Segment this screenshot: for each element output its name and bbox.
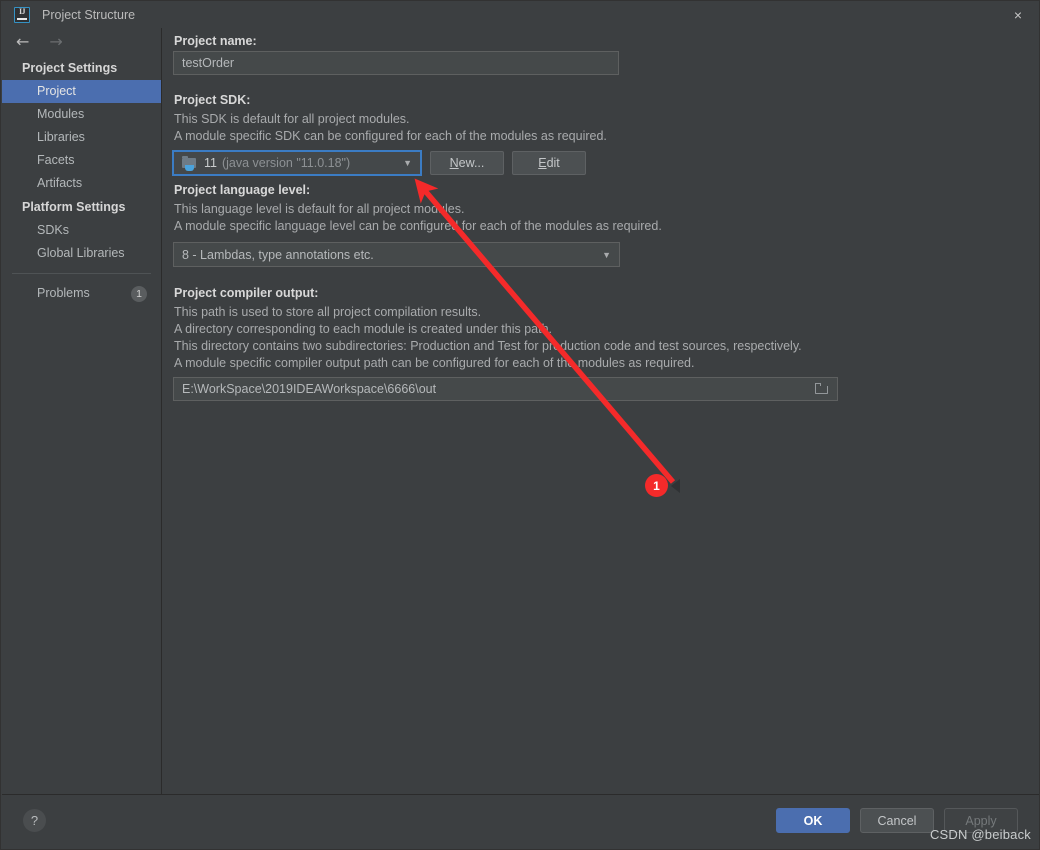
project-name-input[interactable]: testOrder: [173, 51, 619, 75]
main-panel: Project name: testOrder Project SDK: Thi…: [162, 28, 1039, 794]
compiler-output-label: Project compiler output:: [174, 286, 319, 300]
project-sdk-description-1: This SDK is default for all project modu…: [174, 112, 410, 126]
project-sdk-name: 11: [204, 156, 217, 170]
problems-count-badge: 1: [131, 285, 147, 302]
compiler-output-path-value: E:\WorkSpace\2019IDEAWorkspace\6666\out: [182, 382, 437, 396]
help-button[interactable]: ?: [23, 809, 46, 832]
language-level-description-1: This language level is default for all p…: [174, 202, 465, 216]
language-level-label: Project language level:: [174, 183, 311, 197]
language-level-description-2: A module specific language level can be …: [174, 219, 662, 233]
compiler-output-description-3: This directory contains two subdirectori…: [174, 339, 802, 353]
compiler-output-description-2: A directory corresponding to each module…: [174, 322, 552, 336]
sidebar: ← → Project Settings Project Modules Lib…: [2, 28, 162, 794]
new-sdk-button[interactable]: New...: [430, 151, 504, 175]
close-icon[interactable]: ×: [995, 1, 1039, 28]
sidebar-item-sdks[interactable]: SDKs: [2, 219, 161, 242]
chevron-down-icon: ▼: [602, 249, 611, 260]
sidebar-item-problems-label: Problems: [37, 286, 90, 300]
sidebar-item-problems[interactable]: Problems 1: [2, 282, 161, 305]
annotation-step-badge: 1: [645, 474, 668, 497]
edit-sdk-button-mnemonic: E: [538, 156, 547, 170]
project-sdk-description-2: A module specific SDK can be configured …: [174, 129, 607, 143]
project-sdk-version: (java version "11.0.18"): [221, 156, 351, 170]
title-bar: IJ Project Structure ×: [1, 1, 1039, 28]
sidebar-item-libraries[interactable]: Libraries: [2, 126, 161, 149]
project-sdk-combobox[interactable]: 11 (java version "11.0.18") ▼: [172, 150, 422, 176]
sidebar-divider: [12, 273, 151, 274]
chevron-down-icon: ▼: [403, 158, 412, 168]
sidebar-item-modules[interactable]: Modules: [2, 103, 161, 126]
sidebar-group-platform-settings: Platform Settings: [22, 200, 126, 214]
forward-arrow-icon[interactable]: →: [49, 34, 62, 50]
language-level-combobox[interactable]: 8 - Lambdas, type annotations etc. ▼: [173, 242, 620, 267]
edit-sdk-button[interactable]: Edit: [512, 151, 586, 175]
project-name-label: Project name:: [174, 34, 257, 48]
cancel-button[interactable]: Cancel: [860, 808, 934, 833]
sidebar-item-facets[interactable]: Facets: [2, 149, 161, 172]
annotation-pointer-icon: [671, 479, 680, 493]
project-sdk-label: Project SDK:: [174, 93, 251, 107]
jdk-folder-icon: [182, 155, 197, 171]
edit-sdk-button-label: dit: [546, 156, 560, 170]
new-sdk-button-mnemonic: N: [449, 156, 459, 170]
project-structure-dialog: IJ Project Structure × ← → Project Setti…: [0, 0, 1040, 850]
new-sdk-button-label: ew...: [458, 156, 485, 170]
compiler-output-description-4: A module specific compiler output path c…: [174, 356, 695, 370]
folder-browse-icon[interactable]: [814, 382, 829, 395]
csdn-watermark: CSDN @beiback: [929, 827, 1031, 842]
sidebar-group-project-settings: Project Settings: [22, 61, 118, 75]
sidebar-item-project[interactable]: Project: [2, 80, 161, 103]
back-arrow-icon[interactable]: ←: [16, 34, 29, 50]
sidebar-nav: ← →: [2, 28, 161, 56]
language-level-value: 8 - Lambdas, type annotations etc.: [182, 247, 374, 262]
compiler-output-description-1: This path is used to store all project c…: [174, 305, 482, 319]
sidebar-item-global-libraries[interactable]: Global Libraries: [2, 242, 161, 265]
window-title: Project Structure: [42, 7, 136, 22]
ok-button[interactable]: OK: [776, 808, 850, 833]
sidebar-item-artifacts[interactable]: Artifacts: [2, 172, 161, 195]
compiler-output-path-input[interactable]: E:\WorkSpace\2019IDEAWorkspace\6666\out: [173, 377, 838, 401]
intellij-idea-icon: IJ: [14, 6, 30, 23]
